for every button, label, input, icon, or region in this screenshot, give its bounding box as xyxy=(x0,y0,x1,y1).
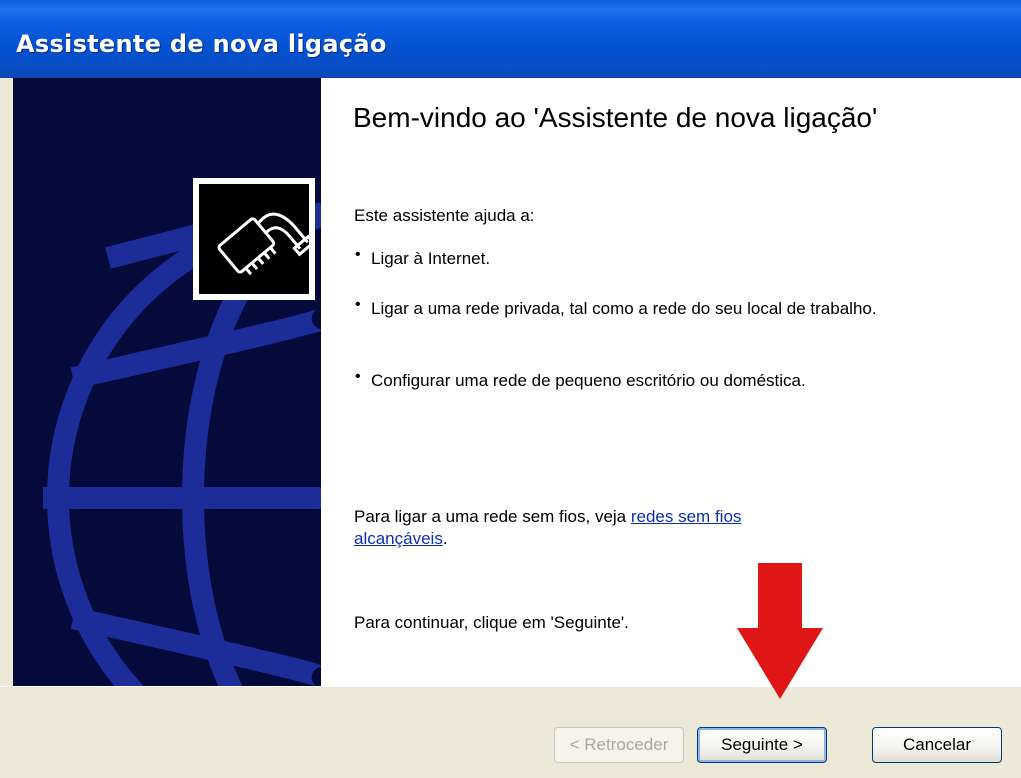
intro-text: Este assistente ajuda a: xyxy=(354,206,535,225)
cancel-button[interactable]: Cancelar xyxy=(872,727,1002,763)
back-button[interactable]: < Retroceder xyxy=(554,727,684,763)
next-button[interactable]: Seguinte > xyxy=(697,727,827,763)
bullet-dot: • xyxy=(355,246,361,263)
sidebar-banner xyxy=(13,78,321,686)
bullet-item: Configurar uma rede de pequeno escritóri… xyxy=(371,371,806,390)
bullet-item: Ligar à Internet. xyxy=(371,249,491,268)
connection-logo xyxy=(193,178,315,300)
bullet-dot: • xyxy=(355,368,361,385)
window-title: Assistente de nova ligação xyxy=(16,30,387,58)
page-title: Bem-vindo ao 'Assistente de nova ligação… xyxy=(353,102,878,133)
bullet-item: Ligar a uma rede privada, tal como a red… xyxy=(371,299,877,318)
wireless-paragraph: Para ligar a uma rede sem fios, veja red… xyxy=(354,506,834,550)
red-down-arrow-icon xyxy=(737,563,823,699)
bullet-dot: • xyxy=(355,296,361,313)
continue-text: Para continuar, clique em 'Seguinte'. xyxy=(354,613,629,632)
globe-graphic xyxy=(43,187,321,686)
wireless-suffix: . xyxy=(442,529,448,548)
button-bar xyxy=(0,686,1021,778)
wireless-text: Para ligar a uma rede sem fios, veja xyxy=(354,507,627,526)
title-bar[interactable]: Assistente de nova ligação xyxy=(0,0,1021,78)
wizard-window: Assistente de nova ligação Bem-vindo ao … xyxy=(0,0,1021,778)
network-cable-icon xyxy=(217,212,309,276)
